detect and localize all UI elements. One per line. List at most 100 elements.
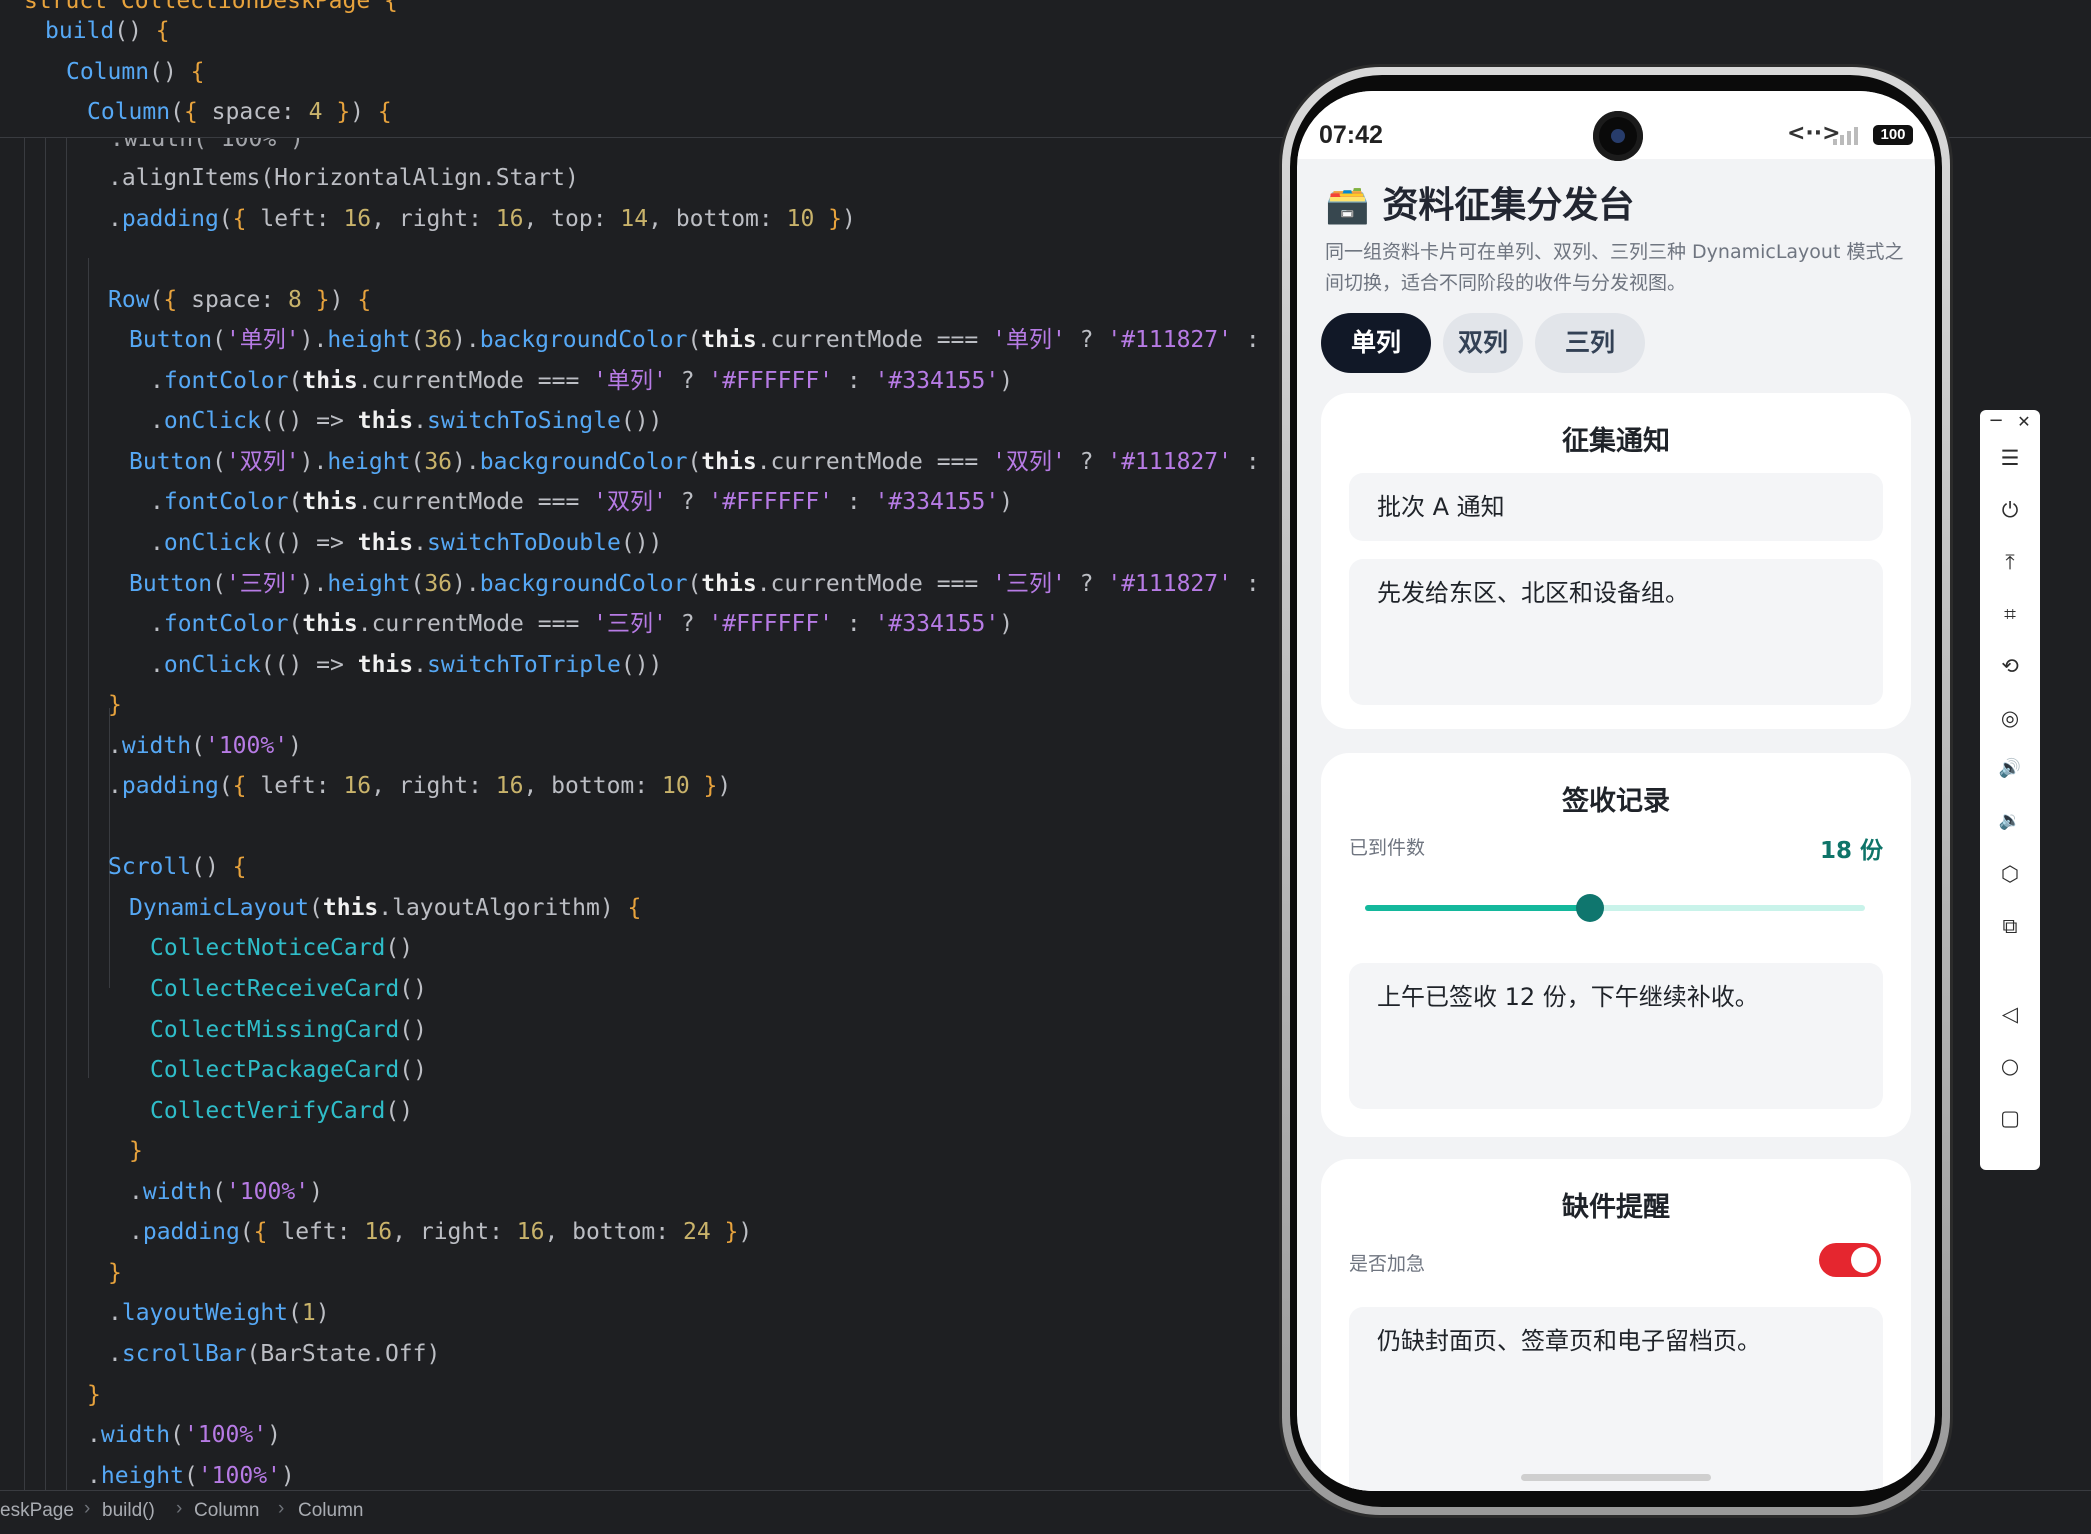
indent-guide [66, 138, 67, 1490]
breadcrumb-item-build[interactable]: build() [102, 1500, 155, 1522]
code-token: '#FFFFFF' [708, 367, 834, 394]
receive-note-field[interactable]: 上午已签收 12 份，下午继续补收。 [1349, 963, 1883, 1109]
missing-note-field[interactable]: 仍缺封面页、签章页和电子留档页。 [1349, 1307, 1883, 1491]
code-token: } [828, 205, 843, 232]
volume-up-icon[interactable]: 🔊 [1980, 758, 2040, 779]
code-token: ( [218, 773, 233, 800]
code-token: () [399, 1057, 427, 1084]
code-token: width [121, 732, 192, 759]
status-bar: 07:42 <··> 100 [1297, 91, 1935, 161]
breadcrumb-separator-icon: › [176, 1498, 183, 1519]
breadcrumb-separator-icon: › [84, 1498, 91, 1519]
code-token: ( [212, 1178, 226, 1205]
notice-message-field[interactable]: 先发给东区、北区和设备组。 [1349, 559, 1883, 705]
emulator-toolbar: − ✕ ☰ ⏻ ⤒ ⌗ ⟲ ◎ 🔊 🔉 ⬡ ⧉ ◁ ○ ▢ [1980, 410, 2040, 1170]
mode-button-triple[interactable]: 三列 [1535, 313, 1645, 373]
urgent-toggle[interactable] [1819, 1243, 1881, 1277]
code-token: 16 [343, 205, 372, 232]
code-token: ( [309, 894, 323, 921]
code-token: Scroll [108, 854, 192, 881]
breadcrumb-separator-icon: › [278, 1498, 285, 1519]
breadcrumb-item-column[interactable]: Column [194, 1500, 259, 1522]
code-token: { [232, 205, 247, 232]
code-token: '双列' [992, 448, 1066, 475]
code-token: } [724, 1219, 739, 1246]
code-line: .fontColor(this.currentMode === '三列' ? '… [150, 609, 1013, 639]
code-line: .fontColor(this.currentMode === '双列' ? '… [150, 487, 1013, 517]
code-line: } [108, 690, 122, 720]
code-token: this [302, 611, 358, 638]
code-token: height [327, 448, 411, 475]
received-count-value: 18 份 [1819, 838, 1883, 864]
code-token: onClick [163, 651, 261, 678]
code-token: , bottom: [523, 773, 662, 800]
code-token: ()) [620, 408, 663, 435]
code-token: ? [1065, 448, 1108, 475]
code-token: . [413, 651, 427, 678]
received-slider[interactable] [1365, 894, 1865, 922]
rotate-icon[interactable]: ⟲ [1980, 654, 2040, 678]
missing-card-title: 缺件提醒 [1562, 1192, 1670, 1223]
notice-batch-field[interactable]: 批次 A 通知 [1349, 473, 1883, 541]
code-token: .currentMode === [756, 327, 993, 354]
status-time: 07:42 [1319, 121, 1383, 149]
home-icon[interactable]: ○ [1980, 1054, 2040, 1078]
code-line: CollectReceiveCard() [150, 974, 427, 1004]
code-token: .currentMode === [756, 448, 993, 475]
code-token: '三列' [225, 570, 300, 597]
code-token: ( [687, 448, 702, 475]
code-token: . [108, 773, 122, 800]
back-icon[interactable]: ◁ [1980, 1002, 2040, 1026]
code-token: space: [197, 99, 309, 125]
clipped-code-text: .width('100%') [110, 138, 304, 152]
code-token: CollectVerifyCard [150, 1097, 386, 1124]
code-token: : [1231, 327, 1260, 354]
code-token: 16 [495, 205, 524, 232]
code-line: CollectMissingCard() [150, 1015, 427, 1045]
code-token: ) [999, 367, 1014, 394]
mode-button-single[interactable]: 单列 [1321, 313, 1431, 373]
shake-icon[interactable]: ⬡ [1980, 862, 2040, 886]
volume-down-icon[interactable]: 🔉 [1980, 810, 2040, 831]
code-token: . [150, 367, 164, 394]
code-token: Row [108, 286, 150, 313]
code-token: } [129, 1138, 143, 1165]
code-token: ? [666, 611, 709, 638]
code-line: .padding({ left: 16, right: 16, bottom: … [129, 1217, 752, 1247]
recents-icon[interactable]: ▢ [1980, 1106, 2040, 1130]
code-token: ) [309, 1178, 323, 1205]
breadcrumb-item-column-inner[interactable]: Column [298, 1500, 363, 1522]
code-line: .width('100%') [108, 731, 302, 761]
close-icon[interactable]: ✕ [1994, 412, 2054, 431]
code-token: ( [288, 611, 303, 638]
code-token: Button [129, 327, 213, 354]
slider-fill [1365, 905, 1590, 911]
code-token: '#111827' [1107, 448, 1232, 475]
code-token: CollectReceiveCard [150, 976, 400, 1002]
crop-icon[interactable]: ⌗ [1980, 602, 2040, 627]
power-icon[interactable]: ⏻ [1980, 498, 2040, 523]
code-token: { [232, 773, 247, 800]
breadcrumb-item-page[interactable]: eskPage [0, 1500, 74, 1522]
code-line: Row({ space: 8 }) { [108, 285, 371, 315]
code-token: this [302, 367, 358, 394]
code-token: , top: [523, 205, 621, 232]
code-token: . [150, 611, 164, 638]
struct-header-text: struct CollectionDeskPage { [24, 0, 398, 14]
indent-guide [24, 138, 25, 1490]
menu-icon[interactable]: ☰ [1980, 446, 2040, 470]
code-token: CollectMissingCard [150, 1016, 400, 1043]
code-line: Button('三列').height(36).backgroundColor(… [129, 569, 1260, 599]
screenshot-icon[interactable]: ◎ [1980, 706, 2040, 730]
code-token: '单列' [225, 327, 300, 354]
mode-button-double[interactable]: 双列 [1443, 313, 1523, 373]
multi-device-icon[interactable]: ⧉ [1980, 914, 2040, 939]
notice-card-title: 征集通知 [1562, 426, 1670, 457]
code-token: () [399, 1016, 427, 1043]
home-indicator[interactable] [1521, 1474, 1711, 1481]
code-token: '#334155' [874, 489, 1000, 516]
code-token: '#111827' [1107, 327, 1232, 354]
received-count-label: 已到件数 [1349, 837, 1426, 859]
slider-thumb[interactable] [1576, 894, 1604, 922]
pin-top-icon[interactable]: ⤒ [1980, 550, 2040, 575]
